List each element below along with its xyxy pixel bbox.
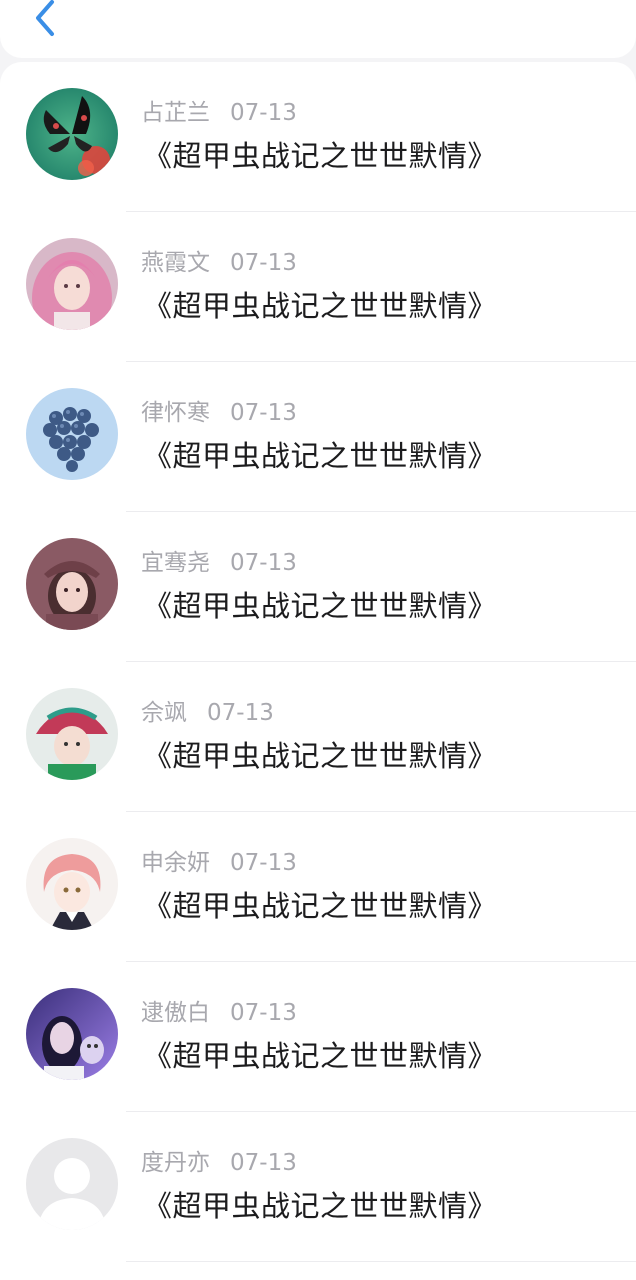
child-bucket-hat-avatar-icon xyxy=(26,688,118,780)
commenter-name: 占芷兰 xyxy=(141,100,210,126)
comment-list: 占芷兰 07-13 《超甲虫战记之世世默情》 燕霞文 07-13 《超甲虫战记之… xyxy=(0,62,636,1280)
avatar[interactable] xyxy=(26,688,118,780)
list-item[interactable]: 佘飒 07-13 《超甲虫战记之世世默情》 xyxy=(0,662,636,812)
comment-text: 《超甲虫战记之世世默情》 xyxy=(143,889,498,923)
comment-meta: 逮傲白 07-13 xyxy=(141,999,297,1027)
anime-girl-avatar-icon xyxy=(26,838,118,930)
avatar[interactable] xyxy=(26,538,118,630)
commenter-name: 逮傲白 xyxy=(141,1000,210,1026)
comment-date: 07-13 xyxy=(207,700,274,726)
comment-date: 07-13 xyxy=(230,250,297,276)
top-bar xyxy=(0,0,636,58)
avatar[interactable] xyxy=(26,838,118,930)
blue-balls-avatar-icon xyxy=(26,388,118,480)
comment-meta: 宜骞尧 07-13 xyxy=(141,549,297,577)
avatar[interactable] xyxy=(26,1138,118,1230)
comment-text: 《超甲虫战记之世世默情》 xyxy=(143,739,498,773)
divider xyxy=(126,1261,636,1262)
comment-date: 07-13 xyxy=(230,400,297,426)
list-item[interactable]: 燕霞文 07-13 《超甲虫战记之世世默情》 xyxy=(0,212,636,362)
back-button[interactable] xyxy=(24,0,64,40)
comment-text: 《超甲虫战记之世世默情》 xyxy=(143,289,498,323)
butterfly-avatar-icon xyxy=(26,88,118,180)
comment-meta: 占芷兰 07-13 xyxy=(141,99,297,127)
list-item[interactable]: 占芷兰 07-13 《超甲虫战记之世世默情》 xyxy=(0,62,636,212)
comment-text: 《超甲虫战记之世世默情》 xyxy=(143,439,498,473)
comment-date: 07-13 xyxy=(230,1000,297,1026)
comment-text: 《超甲虫战记之世世默情》 xyxy=(143,1039,498,1073)
commenter-name: 律怀寒 xyxy=(141,400,210,426)
commenter-name: 申余妍 xyxy=(141,850,210,876)
comment-text: 《超甲虫战记之世世默情》 xyxy=(143,139,498,173)
avatar[interactable] xyxy=(26,88,118,180)
comment-meta: 申余妍 07-13 xyxy=(141,849,297,877)
comment-meta: 燕霞文 07-13 xyxy=(141,249,297,277)
girl-purple-avatar-icon xyxy=(26,988,118,1080)
comment-meta: 佘飒 07-13 xyxy=(141,699,274,727)
commenter-name: 燕霞文 xyxy=(141,250,210,276)
comment-date: 07-13 xyxy=(230,850,297,876)
comment-text: 《超甲虫战记之世世默情》 xyxy=(143,1189,498,1223)
commenter-name: 佘飒 xyxy=(141,700,187,726)
girl-cap-avatar-icon xyxy=(26,538,118,630)
comment-text: 《超甲虫战记之世世默情》 xyxy=(143,589,498,623)
list-item[interactable]: 宜骞尧 07-13 《超甲虫战记之世世默情》 xyxy=(0,512,636,662)
comment-meta: 度丹亦 07-13 xyxy=(141,1149,297,1177)
comment-date: 07-13 xyxy=(230,550,297,576)
chevron-left-icon xyxy=(36,0,54,36)
comment-list-page: 占芷兰 07-13 《超甲虫战记之世世默情》 燕霞文 07-13 《超甲虫战记之… xyxy=(0,0,636,1280)
list-item[interactable]: 律怀寒 07-13 《超甲虫战记之世世默情》 xyxy=(0,362,636,512)
commenter-name: 宜骞尧 xyxy=(141,550,210,576)
pink-hair-girl-avatar-icon xyxy=(26,238,118,330)
list-item[interactable]: 逮傲白 07-13 《超甲虫战记之世世默情》 xyxy=(0,962,636,1112)
avatar[interactable] xyxy=(26,388,118,480)
commenter-name: 度丹亦 xyxy=(141,1150,210,1176)
avatar[interactable] xyxy=(26,988,118,1080)
comment-date: 07-13 xyxy=(230,100,297,126)
avatar[interactable] xyxy=(26,238,118,330)
comment-date: 07-13 xyxy=(230,1150,297,1176)
comment-meta: 律怀寒 07-13 xyxy=(141,399,297,427)
list-item[interactable]: 度丹亦 07-13 《超甲虫战记之世世默情》 xyxy=(0,1112,636,1262)
default-user-avatar-icon xyxy=(26,1138,118,1230)
list-item[interactable]: 申余妍 07-13 《超甲虫战记之世世默情》 xyxy=(0,812,636,962)
